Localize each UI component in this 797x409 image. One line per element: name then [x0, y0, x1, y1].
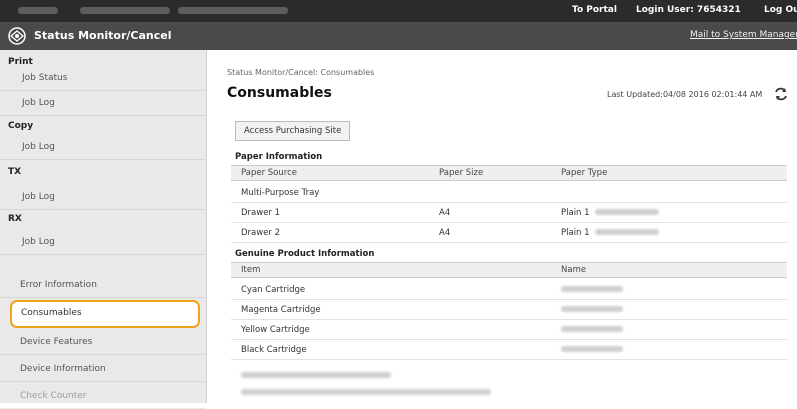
sidebar-item-print-job-status[interactable]: Job Status	[0, 66, 206, 91]
paper-source: Multi-Purpose Tray	[241, 188, 320, 198]
sidebar-item-label: Error Information	[20, 280, 97, 290]
column-header: Item	[241, 265, 261, 275]
sidebar-item-check-counter[interactable]: Check Counter	[0, 384, 206, 409]
table-row: Black Cartridge	[231, 340, 787, 360]
table-row: Multi-Purpose Tray	[231, 183, 787, 203]
blurred-text	[178, 7, 288, 14]
cartridge-item: Black Cartridge	[241, 345, 307, 355]
paper-source: Drawer 2	[241, 228, 281, 238]
status-monitor-icon	[8, 27, 26, 45]
paper-size: A4	[439, 228, 451, 238]
cartridge-item: Yellow Cartridge	[241, 325, 310, 335]
blurred-value	[561, 344, 623, 354]
blurred-value	[595, 207, 659, 217]
sidebar-heading-copy: Copy	[8, 121, 34, 131]
sidebar-item-device-information[interactable]: Device Information	[0, 357, 206, 382]
cartridge-item: Magenta Cartridge	[241, 305, 321, 315]
blurred-text	[18, 7, 58, 14]
cartridge-item: Cyan Cartridge	[241, 285, 306, 295]
app-title: Status Monitor/Cancel	[34, 29, 172, 42]
sidebar-item-label: Job Status	[22, 73, 68, 83]
blurred-note	[241, 370, 391, 379]
blurred-text	[80, 7, 170, 14]
table-row: Drawer 2 A4 Plain 1	[231, 223, 787, 243]
main-content: Status Monitor/Cancel: Consumables Consu…	[207, 50, 797, 403]
sidebar-heading-tx: TX	[8, 167, 22, 177]
login-user-text: Login User: 7654321	[636, 5, 741, 15]
sidebar-item-device-features[interactable]: Device Features	[0, 330, 206, 355]
column-header: Paper Size	[439, 168, 484, 178]
sidebar-item-label: Consumables	[21, 308, 82, 318]
blurred-value	[561, 304, 623, 314]
paper-table-header: Paper Source Paper Size Paper Type	[231, 165, 787, 181]
top-bar: To Portal Login User: 7654321 Log Out	[0, 0, 797, 22]
paper-type: Plain 1	[561, 228, 590, 238]
table-row: Yellow Cartridge	[231, 320, 787, 340]
sidebar-item-tx-job-log[interactable]: Job Log	[0, 185, 206, 210]
paper-information-title: Paper Information	[235, 152, 323, 162]
table-row: Drawer 1 A4 Plain 1	[231, 203, 787, 223]
column-header: Paper Source	[241, 168, 297, 178]
table-row: Magenta Cartridge	[231, 300, 787, 320]
sidebar-item-label: Job Log	[22, 237, 55, 247]
sidebar-item-rx-job-log[interactable]: Job Log	[0, 230, 206, 255]
sidebar-item-label: Device Information	[20, 364, 106, 374]
table-row: Cyan Cartridge	[231, 280, 787, 300]
sidebar-item-label: Check Counter	[20, 391, 87, 401]
breadcrumb: Status Monitor/Cancel: Consumables	[227, 68, 375, 77]
blurred-note	[241, 387, 491, 396]
refresh-icon[interactable]	[773, 86, 789, 102]
logout-link[interactable]: Log Out	[764, 5, 797, 15]
blurred-value	[595, 227, 659, 237]
page-title: Consumables	[227, 85, 332, 101]
paper-type: Plain 1	[561, 208, 590, 218]
sidebar-item-print-job-log[interactable]: Job Log	[0, 91, 206, 116]
paper-size: A4	[439, 208, 451, 218]
sidebar-item-label: Job Log	[22, 192, 55, 202]
sidebar-item-label: Device Features	[20, 337, 93, 347]
sidebar-item-label: Job Log	[22, 98, 55, 108]
last-updated-text: Last Updated:04/08 2016 02:01:44 AM	[607, 90, 763, 99]
genuine-table-header: Item Name	[231, 262, 787, 278]
blurred-value	[561, 324, 623, 334]
access-purchasing-site-button[interactable]: Access Purchasing Site	[235, 121, 351, 141]
sidebar-heading-rx: RX	[8, 214, 22, 224]
column-header: Paper Type	[561, 168, 608, 178]
paper-source: Drawer 1	[241, 208, 281, 218]
mail-to-system-manager-link[interactable]: Mail to System Manager	[690, 30, 797, 40]
title-bar: Status Monitor/Cancel Mail to System Man…	[0, 22, 797, 50]
column-header: Name	[561, 265, 587, 275]
sidebar: Print Job Status Job Log Copy Job Log TX…	[0, 50, 207, 409]
sidebar-item-copy-job-log[interactable]: Job Log	[0, 135, 206, 160]
genuine-product-information-title: Genuine Product Information	[235, 249, 375, 259]
to-portal-link[interactable]: To Portal	[572, 5, 617, 15]
blurred-value	[561, 284, 623, 294]
sidebar-item-error-information[interactable]: Error Information	[0, 273, 206, 298]
sidebar-item-consumables[interactable]: Consumables	[10, 300, 200, 328]
sidebar-item-label: Job Log	[22, 142, 55, 152]
